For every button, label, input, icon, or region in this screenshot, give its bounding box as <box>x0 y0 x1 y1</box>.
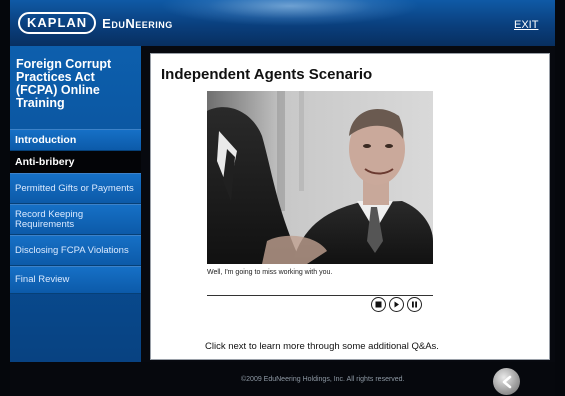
app-frame: KAPLAN EduNeering EXIT Foreign Corrupt P… <box>0 0 565 396</box>
sidebar-item-introduction[interactable]: Introduction <box>10 129 141 151</box>
sidebar-item-label: Permitted Gifts or Payments <box>15 182 134 194</box>
pause-icon <box>412 301 417 308</box>
scenario-photo <box>207 91 433 264</box>
sidebar-item-label: Disclosing FCPA Violations <box>15 244 129 256</box>
sidebar-item-record-keeping[interactable]: Record Keeping Requirements <box>10 204 141 235</box>
media-controls <box>371 297 431 315</box>
sidebar-item-label: Final Review <box>15 274 70 285</box>
sidebar-item-permitted-gifts[interactable]: Permitted Gifts or Payments <box>10 173 141 204</box>
exit-link[interactable]: EXIT <box>514 19 538 31</box>
course-title: Foreign Corrupt Practices Act (FCPA) Onl… <box>16 57 112 110</box>
pause-button[interactable] <box>407 297 422 312</box>
sidebar-item-disclosing-violations[interactable]: Disclosing FCPA Violations <box>10 235 141 266</box>
instruction-text: Click next to learn more through some ad… <box>205 341 439 352</box>
sidebar-nav: Introduction Anti-bribery Permitted Gift… <box>10 129 141 294</box>
scenario-photo-illustration <box>207 91 433 264</box>
sidebar-item-label: Introduction <box>15 134 77 146</box>
sidebar-item-label: Anti-bribery <box>15 156 75 168</box>
kaplan-eduneering-logo: KAPLAN EduNeering <box>18 12 173 34</box>
stop-icon <box>375 301 382 308</box>
sidebar: Foreign Corrupt Practices Act (FCPA) Onl… <box>10 46 141 396</box>
logo-kaplan-text: KAPLAN <box>18 12 97 34</box>
stop-button[interactable] <box>371 297 386 312</box>
player-divider <box>207 295 433 296</box>
copyright-text: ©2009 EduNeering Holdings, Inc. All righ… <box>241 376 405 383</box>
left-arrow-icon <box>502 375 511 388</box>
back-button[interactable] <box>493 368 520 395</box>
logo-eduneering-text: EduNeering <box>102 15 173 31</box>
header-glow <box>160 0 420 26</box>
page-title: Independent Agents Scenario <box>161 66 373 83</box>
play-button[interactable] <box>389 297 404 312</box>
sidebar-item-final-review[interactable]: Final Review <box>10 266 141 294</box>
course-window: KAPLAN EduNeering EXIT Foreign Corrupt P… <box>10 0 555 396</box>
header-bar: KAPLAN EduNeering EXIT <box>10 0 555 46</box>
sidebar-item-anti-bribery[interactable]: Anti-bribery <box>10 151 141 173</box>
content-panel: Independent Agents Scenario Well, I'm go… <box>150 53 550 360</box>
sidebar-item-label: Record Keeping Requirements <box>15 208 84 230</box>
play-icon <box>394 301 399 308</box>
video-caption: Well, I'm going to miss working with you… <box>207 269 333 276</box>
